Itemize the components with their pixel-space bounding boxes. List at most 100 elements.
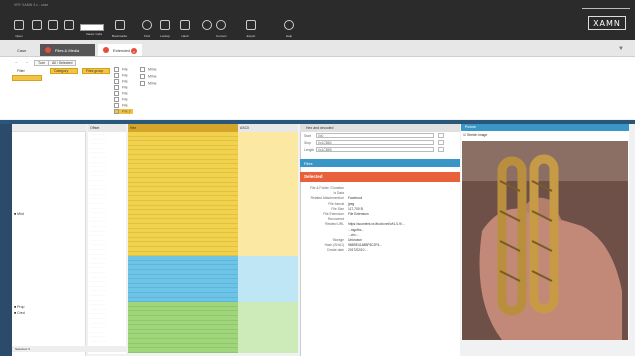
help-button[interactable]: Help <box>284 20 294 38</box>
offset-row: ......... <box>90 201 107 205</box>
mime-item[interactable]: Mime <box>140 67 157 72</box>
bookmarks-button[interactable]: Bookmarks <box>112 20 127 38</box>
offset-row: ......... <box>90 265 107 270</box>
find-button[interactable]: Find <box>142 20 152 38</box>
ascii-row <box>238 348 298 353</box>
offset-row: ......... <box>90 191 107 196</box>
ribbon-button-2[interactable] <box>32 20 42 30</box>
tree-item[interactable]: File <box>114 103 128 108</box>
category-dropdown[interactable]: Category <box>50 68 78 74</box>
start-field[interactable] <box>316 133 434 138</box>
camera-icon <box>246 20 256 30</box>
back-button[interactable]: ← <box>12 60 22 66</box>
hex-view[interactable]: Hex <box>128 124 238 354</box>
mime-item[interactable]: Mime <box>140 81 157 86</box>
detail-value: Unknown <box>348 238 362 242</box>
offset-row: ......... <box>90 155 107 159</box>
offset-row: ......... <box>90 311 107 316</box>
length-label: Length <box>304 148 315 152</box>
power-button[interactable] <box>202 20 212 30</box>
tab-files-media[interactable]: Files & Media <box>40 44 95 56</box>
hash-button[interactable]: Hash <box>180 20 190 38</box>
turn-button[interactable]: Turn <box>34 60 50 66</box>
ribbon-button-4[interactable] <box>64 20 74 30</box>
files-section-bar[interactable]: Files <box>300 159 460 167</box>
forward-button[interactable]: → <box>22 60 32 66</box>
tree-item-selected[interactable]: File 2 <box>114 109 133 114</box>
open-button[interactable]: Open <box>14 20 24 38</box>
offset-row: ......... <box>90 256 107 261</box>
export-button[interactable]: Export <box>246 20 256 38</box>
detail-key: File Extension <box>323 212 344 216</box>
stop-value: 0x1CB84 <box>318 141 332 145</box>
filter-panel: ← → Turn All / Selected Filter Category … <box>0 57 635 119</box>
detail-key: Storage <box>332 238 344 242</box>
offset-row: ......... <box>90 224 107 228</box>
detail-key: Recovered <box>328 217 344 222</box>
offset-row: ......... <box>90 260 107 265</box>
detail-key: File Size <box>331 206 344 211</box>
offset-row: ......... <box>90 233 107 238</box>
tree-item[interactable]: File <box>114 79 128 84</box>
offset-row: ......... <box>90 242 107 247</box>
photo-drawing <box>462 141 628 340</box>
offset-row: ......... <box>90 293 107 297</box>
offset-row: ......... <box>90 325 107 330</box>
convert-button[interactable]: Convert <box>216 20 227 38</box>
detail-key: Related Attachment/url <box>310 196 344 201</box>
spin-button[interactable] <box>438 133 444 138</box>
mime-item[interactable]: Mime <box>140 74 157 79</box>
search-icon <box>142 20 152 30</box>
spin-button[interactable] <box>438 147 444 152</box>
tab-case[interactable]: Case <box>12 44 38 56</box>
ascii-header: ASCII <box>238 124 298 132</box>
tree-item[interactable]: File <box>114 91 128 96</box>
tree-item[interactable]: File <box>114 73 128 78</box>
lookup-button[interactable]: Lookup <box>160 20 170 38</box>
offset-row: ......... <box>90 159 107 164</box>
hex-row <box>128 348 238 353</box>
status-bar: Selected: 0 <box>12 346 126 352</box>
ribbon-button-3[interactable] <box>48 20 58 30</box>
offset-row: ......... <box>90 306 107 311</box>
offset-row: ......... <box>90 329 107 334</box>
offset-row: ......... <box>90 136 107 141</box>
all-selected-button[interactable]: All / Selected <box>48 60 77 66</box>
detail-value: https://scontent.xx.fbcdn.net/v/t1.0-9/.… <box>348 222 405 227</box>
files-group-dropdown[interactable]: Files group <box>82 68 110 74</box>
offset-row: ......... <box>90 187 107 192</box>
list-item[interactable]: ■ Cred <box>14 311 25 315</box>
offset-row: ......... <box>90 141 107 146</box>
length-value: 0x1CB85 <box>318 148 332 152</box>
stop-field[interactable] <box>316 140 434 145</box>
spin-button[interactable] <box>438 140 444 145</box>
tree-item[interactable]: File <box>114 97 128 102</box>
offset-row: ......... <box>90 173 107 178</box>
offset-row: ......... <box>90 214 107 219</box>
left-frame <box>0 124 12 356</box>
quick-search-input[interactable] <box>80 24 104 31</box>
list-item[interactable]: ■ Prop <box>14 305 25 309</box>
item-list-header <box>12 124 86 132</box>
length-field[interactable] <box>316 147 434 152</box>
lookup-icon <box>160 20 170 30</box>
offset-row: ......... <box>90 288 107 293</box>
offset-header: Offset <box>88 124 126 132</box>
filter-dropdown[interactable] <box>12 75 42 81</box>
detail-value: 117,700 B <box>348 206 363 211</box>
save-icon <box>64 20 74 30</box>
detail-key: Create date <box>326 248 344 253</box>
tree-item[interactable]: File <box>114 67 128 72</box>
ascii-view[interactable]: ASCII <box>238 124 298 354</box>
detail-value: Facebook <box>348 196 363 201</box>
tree-item[interactable]: File <box>114 85 128 90</box>
list-item[interactable]: ■ Mint <box>14 212 24 216</box>
selected-section-bar[interactable]: Selected <box>300 172 460 182</box>
offset-row: ......... <box>90 297 107 302</box>
funnel-icon[interactable]: ▼ <box>618 46 624 52</box>
tab-dot-icon <box>103 47 109 53</box>
offset-row: ......... <box>90 237 107 242</box>
offset-row: ......... <box>90 168 107 173</box>
stretch-checkbox[interactable]: ☑ Stretch image <box>463 133 487 137</box>
close-tab-icon[interactable]: × <box>131 48 137 54</box>
